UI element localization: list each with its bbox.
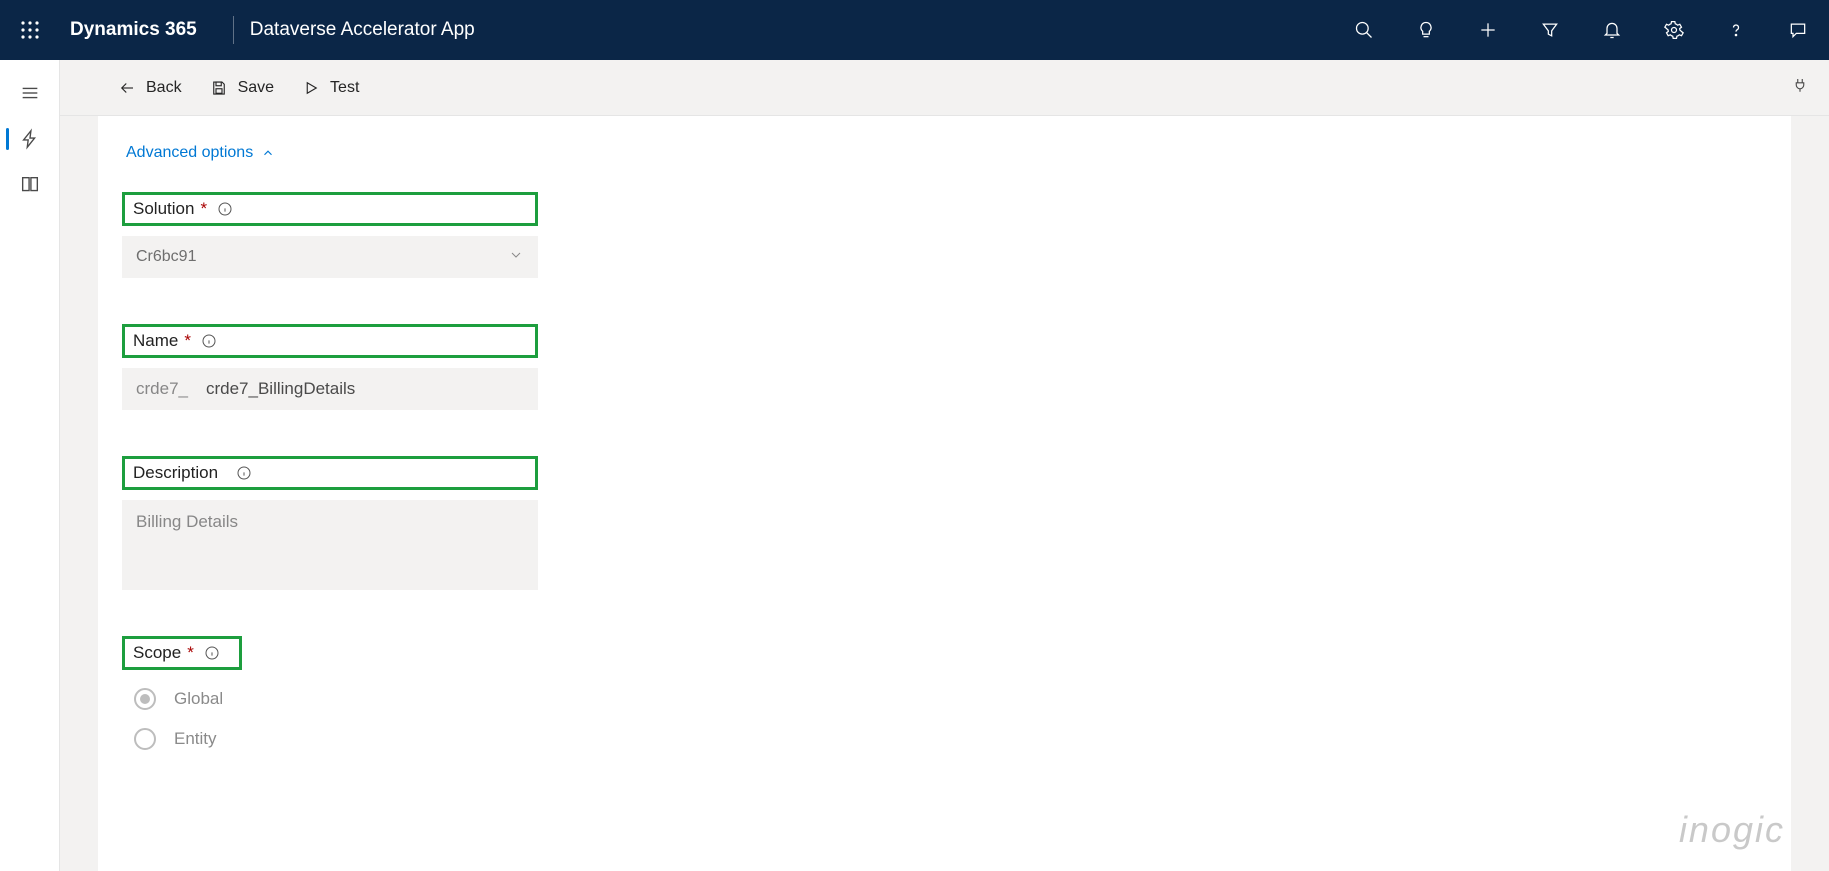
description-input[interactable] <box>136 512 524 552</box>
scope-radio-entity[interactable]: Entity <box>134 728 1767 750</box>
scope-field: Scope * Global Entity <box>122 636 1767 750</box>
info-icon[interactable] <box>217 201 233 217</box>
save-label: Save <box>238 79 274 97</box>
solution-label: Solution <box>133 199 194 219</box>
solution-label-box: Solution * <box>122 192 538 226</box>
bell-icon[interactable] <box>1581 0 1643 60</box>
scope-radio-global[interactable]: Global <box>134 688 1767 710</box>
scope-label-box: Scope * <box>122 636 242 670</box>
name-input-wrapper: crde7_ <box>122 368 538 410</box>
brand-name[interactable]: Dynamics 365 <box>60 19 217 41</box>
description-field: Description <box>122 456 1767 590</box>
test-label: Test <box>330 79 359 97</box>
info-icon[interactable] <box>236 465 252 481</box>
name-label-box: Name * <box>122 324 538 358</box>
plug-icon[interactable] <box>1791 76 1829 99</box>
radio-checked-icon <box>134 688 156 710</box>
rail-plugin-icon[interactable] <box>0 116 60 162</box>
test-button[interactable]: Test <box>288 73 373 103</box>
help-icon[interactable] <box>1705 0 1767 60</box>
plus-icon[interactable] <box>1457 0 1519 60</box>
description-input-wrapper <box>122 500 538 590</box>
advanced-options-label: Advanced options <box>126 144 253 162</box>
header-icons <box>1333 0 1829 60</box>
info-icon[interactable] <box>201 333 217 349</box>
name-input[interactable] <box>206 379 524 399</box>
back-label: Back <box>146 79 182 97</box>
required-star: * <box>200 199 207 219</box>
solution-value: Cr6bc91 <box>136 248 196 266</box>
app-launcher-icon[interactable] <box>0 0 60 60</box>
scope-label: Scope <box>133 643 181 663</box>
brand-divider <box>233 16 234 44</box>
form-card: Advanced options Solution * Cr6bc91 Name… <box>98 116 1791 871</box>
filter-icon[interactable] <box>1519 0 1581 60</box>
chat-icon[interactable] <box>1767 0 1829 60</box>
description-label-box: Description <box>122 456 538 490</box>
settings-icon[interactable] <box>1643 0 1705 60</box>
advanced-options-link[interactable]: Advanced options <box>126 144 275 162</box>
solution-field: Solution * Cr6bc91 <box>122 192 1767 278</box>
name-prefix: crde7_ <box>136 379 188 399</box>
required-star: * <box>187 643 194 663</box>
app-name: Dataverse Accelerator App <box>250 19 475 41</box>
radio-unchecked-icon <box>134 728 156 750</box>
description-label: Description <box>133 463 218 483</box>
top-nav: Dynamics 365 Dataverse Accelerator App <box>0 0 1829 60</box>
scope-option-entity: Entity <box>174 729 217 749</box>
scope-option-global: Global <box>174 689 223 709</box>
name-label: Name <box>133 331 178 351</box>
hamburger-icon[interactable] <box>0 70 60 116</box>
lightbulb-icon[interactable] <box>1395 0 1457 60</box>
info-icon[interactable] <box>204 645 220 661</box>
save-button[interactable]: Save <box>196 73 288 103</box>
solution-select[interactable]: Cr6bc91 <box>122 236 538 278</box>
command-bar: Back Save Test <box>0 60 1829 116</box>
watermark: inogic <box>1679 809 1785 851</box>
chevron-down-icon <box>508 247 524 268</box>
search-icon[interactable] <box>1333 0 1395 60</box>
main-panel: Advanced options Solution * Cr6bc91 Name… <box>60 116 1829 871</box>
left-rail <box>0 60 60 871</box>
required-star: * <box>184 331 191 351</box>
rail-book-icon[interactable] <box>0 162 60 208</box>
back-button[interactable]: Back <box>104 73 196 103</box>
name-field: Name * crde7_ <box>122 324 1767 410</box>
